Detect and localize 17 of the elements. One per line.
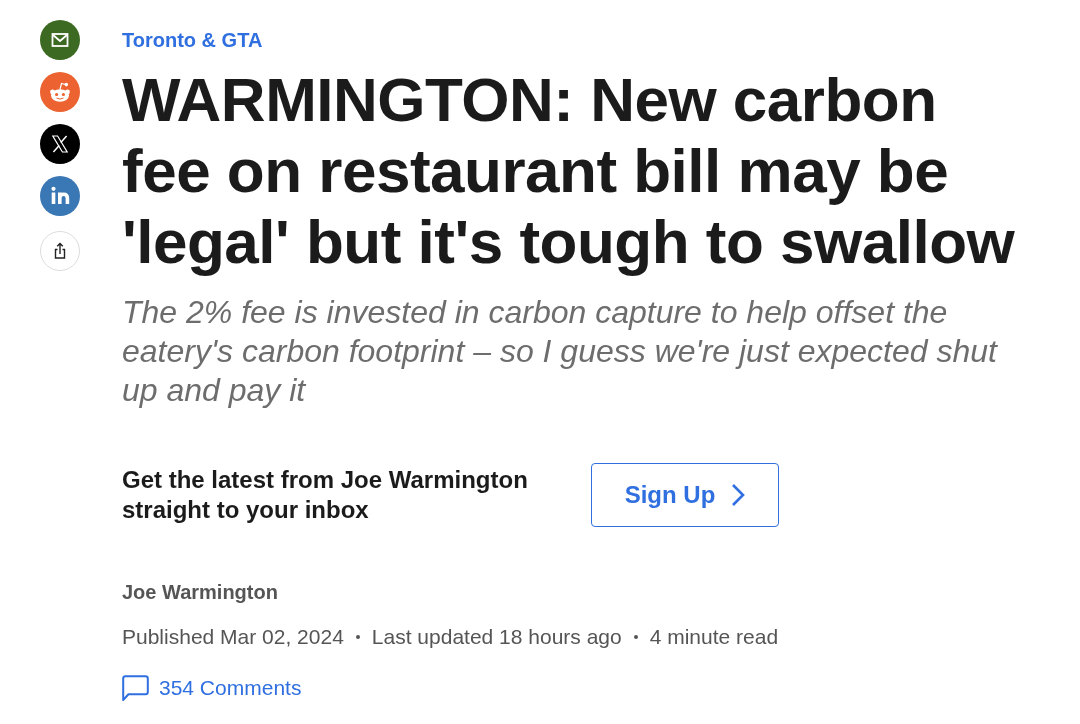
email-share-icon[interactable] bbox=[40, 20, 80, 60]
category-link[interactable]: Toronto & GTA bbox=[122, 26, 263, 54]
article-headline: WARMINGTON: New carbon fee on restaurant bill may be 'legal' but it's tough to swallow bbox=[122, 64, 1016, 277]
article-meta-text: Published Mar 02, 2024 bbox=[122, 624, 344, 650]
article-meta-text: 4 minute read bbox=[649, 624, 779, 650]
newsletter-prompt: Get the latest from Joe Warmington straight to your inbox bbox=[122, 465, 529, 525]
article-meta-text: Last updated 18 hours ago bbox=[371, 624, 622, 650]
reddit-share-icon[interactable] bbox=[40, 72, 80, 112]
article-subheadline: The 2% fee is invested in carbon capture to help offset the eatery's carbon footprint – so I guess we're just expected shut up and pay it bbox=[122, 293, 999, 410]
comment-bubble-icon bbox=[122, 675, 149, 701]
comments-link[interactable]: 354 Comments bbox=[122, 675, 302, 701]
linkedin-share-icon[interactable] bbox=[40, 176, 80, 216]
sign-up-button[interactable]: Sign Up bbox=[591, 463, 779, 527]
chevron-right-icon bbox=[731, 483, 746, 507]
author-name[interactable]: Joe Warmington bbox=[122, 579, 278, 605]
share-icon[interactable] bbox=[40, 231, 80, 271]
x-share-icon[interactable] bbox=[40, 124, 80, 164]
